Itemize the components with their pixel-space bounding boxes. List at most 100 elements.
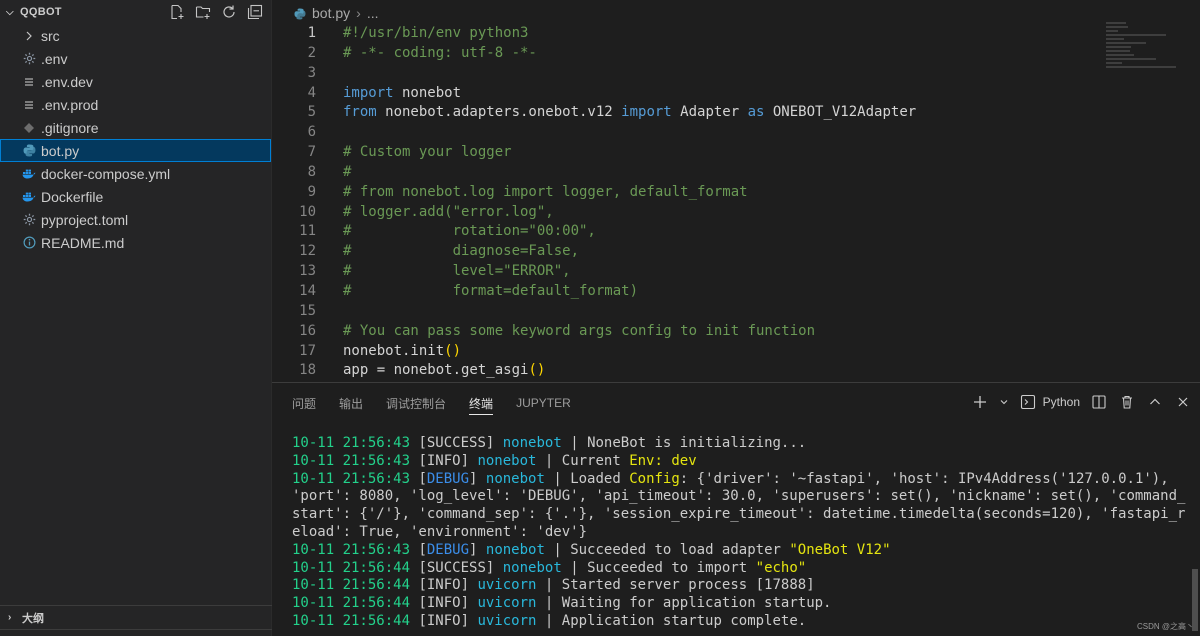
log-timestamp: 10-11 21:56:43	[292, 470, 411, 487]
code-text[interactable]: # format=default_format)	[316, 282, 638, 302]
tree-item-label: README.md	[41, 234, 125, 251]
log-level: DEBUG	[426, 470, 470, 487]
new-terminal-icon[interactable]	[971, 393, 989, 411]
code-line[interactable]: 8 #	[272, 163, 1102, 183]
code-line[interactable]: 4 import nonebot	[272, 84, 1102, 104]
log-highlight: Config	[629, 470, 680, 487]
code-text[interactable]: #	[316, 163, 351, 183]
code-line[interactable]: 11 # rotation="00:00",	[272, 222, 1102, 242]
log-timestamp: 10-11 21:56:43	[292, 435, 411, 451]
breadcrumb-file[interactable]: bot.py	[312, 5, 350, 21]
code-text[interactable]	[316, 123, 343, 143]
code-text[interactable]	[316, 302, 343, 322]
log-highlight: "echo"	[755, 559, 807, 576]
panel-tab[interactable]: 终端	[469, 383, 494, 423]
refresh-icon[interactable]	[219, 2, 239, 22]
log-module: nonebot	[485, 470, 545, 487]
outline-section-header[interactable]: › 大纲	[0, 605, 272, 629]
tree-file[interactable]: docker-compose.yml	[0, 162, 271, 185]
tree-folder[interactable]: src	[0, 24, 271, 47]
code-text[interactable]: # level="ERROR",	[316, 262, 571, 282]
tree-file[interactable]: .gitignore	[0, 116, 271, 139]
code-text[interactable]: # You can pass some keyword args config …	[316, 322, 815, 342]
code-line[interactable]: 1 #!/usr/bin/env python3	[272, 24, 1102, 44]
code-line[interactable]: 3	[272, 64, 1102, 84]
code-text[interactable]: # logger.add("error.log",	[316, 203, 554, 223]
new-file-icon[interactable]	[167, 2, 187, 22]
code-line[interactable]: 15	[272, 302, 1102, 322]
code-text[interactable]: nonebot.init()	[316, 342, 461, 362]
log-message: Succeeded to import	[587, 559, 756, 576]
log-highlight: Env: dev	[629, 452, 697, 469]
maximize-panel-icon[interactable]	[1146, 393, 1164, 411]
tree-item-label: .env	[41, 50, 68, 67]
code-line[interactable]: 6	[272, 123, 1102, 143]
log-module: uvicorn	[477, 595, 537, 612]
log-module: uvicorn	[477, 577, 537, 594]
code-line[interactable]: 18 app = nonebot.get_asgi()	[272, 361, 1102, 381]
code-text[interactable]: app = nonebot.get_asgi()	[316, 361, 545, 381]
tree-file[interactable]: pyproject.toml	[0, 208, 271, 231]
breadcrumb-symbols[interactable]: ...	[367, 5, 379, 21]
line-number: 10	[299, 203, 316, 220]
code-text[interactable]: # Custom your logger	[316, 143, 512, 163]
code-line[interactable]: 16 # You can pass some keyword args confi…	[272, 322, 1102, 342]
chevron-down-icon[interactable]	[999, 393, 1009, 411]
split-terminal-icon[interactable]	[1090, 393, 1108, 411]
code-line[interactable]: 5 from nonebot.adapters.onebot.v12 import…	[272, 103, 1102, 123]
trash-icon[interactable]	[1118, 393, 1136, 411]
code-line[interactable]: 12 # diagnose=False,	[272, 242, 1102, 262]
code-line[interactable]: 2 # -*- coding: utf-8 -*-	[272, 44, 1102, 64]
terminal-profile-selector[interactable]: Python	[1019, 393, 1080, 411]
code-line[interactable]: 13 # level="ERROR",	[272, 262, 1102, 282]
tree-file[interactable]: README.md	[0, 231, 271, 254]
code-text[interactable]: from nonebot.adapters.onebot.v12 import …	[316, 103, 916, 123]
tree-file[interactable]: .env.dev	[0, 70, 271, 93]
panel-tab[interactable]: 问题	[292, 383, 316, 423]
code-line[interactable]: 14 # format=default_format)	[272, 282, 1102, 302]
minimap[interactable]	[1106, 22, 1186, 92]
line-number: 5	[307, 104, 316, 121]
panel-tab[interactable]: 调试控制台	[386, 383, 446, 423]
line-number: 16	[299, 322, 316, 339]
breadcrumb-separator-icon: ›	[356, 5, 361, 21]
line-number: 13	[299, 263, 316, 280]
close-panel-icon[interactable]	[1174, 393, 1192, 411]
log-module: nonebot	[502, 559, 562, 576]
tree-file[interactable]: .env.prod	[0, 93, 271, 116]
code-line[interactable]: 10 # logger.add("error.log",	[272, 203, 1102, 223]
timeline-section-header[interactable]	[0, 629, 272, 636]
code-text[interactable]: # rotation="00:00",	[316, 222, 596, 242]
log-message: Loaded	[570, 470, 630, 487]
code-text[interactable]: # diagnose=False,	[316, 242, 579, 262]
code-text[interactable]: import nonebot	[316, 84, 461, 104]
terminal-line: 10-11 21:56:43 [DEBUG] nonebot | Loaded …	[292, 470, 1186, 540]
panel-tab[interactable]: 输出	[339, 383, 363, 423]
tree-file[interactable]: Dockerfile	[0, 185, 271, 208]
code-editor[interactable]: bot.py › ... 1 #!/usr/bin/env python3 2 # -…	[272, 0, 1200, 382]
tree-file[interactable]: bot.py	[0, 139, 271, 162]
panel-tab[interactable]: JUPYTER	[516, 383, 571, 423]
log-timestamp: 10-11 21:56:44	[292, 595, 411, 612]
tree-item-label: .gitignore	[41, 119, 99, 136]
code-text[interactable]: # from nonebot.log import logger, defaul…	[316, 183, 748, 203]
code-line[interactable]: 17 nonebot.init()	[272, 342, 1102, 362]
tree-item-label: Dockerfile	[41, 188, 104, 205]
terminal-output[interactable]: 10-11 21:56:43 [SUCCESS] nonebot | NoneB…	[292, 435, 1192, 631]
info-icon	[22, 236, 36, 250]
code-line[interactable]: 7 # Custom your logger	[272, 143, 1102, 163]
code-text[interactable]: # -*- coding: utf-8 -*-	[316, 44, 537, 64]
file-tree: src .env .env.dev .env.prod .gitignore bot.py…	[0, 24, 271, 254]
collapse-all-icon[interactable]	[245, 2, 265, 22]
new-folder-icon[interactable]	[193, 2, 213, 22]
code-lines[interactable]: 1 #!/usr/bin/env python3 2 # -*- coding: ut…	[272, 24, 1102, 381]
terminal-line: 10-11 21:56:44 [INFO] uvicorn | Applicat…	[292, 612, 807, 629]
code-text[interactable]: #!/usr/bin/env python3	[316, 24, 528, 44]
line-number: 15	[299, 302, 316, 319]
code-text[interactable]	[316, 64, 343, 84]
bottom-panel: 问题 输出 调试控制台 终端 JUPYTER Python 10-11 21:56:43…	[272, 382, 1200, 636]
code-line[interactable]: 9 # from nonebot.log import logger, defau…	[272, 183, 1102, 203]
chevron-right-icon: ›	[8, 612, 12, 623]
log-timestamp: 10-11 21:56:43	[292, 452, 411, 469]
tree-file[interactable]: .env	[0, 47, 271, 70]
